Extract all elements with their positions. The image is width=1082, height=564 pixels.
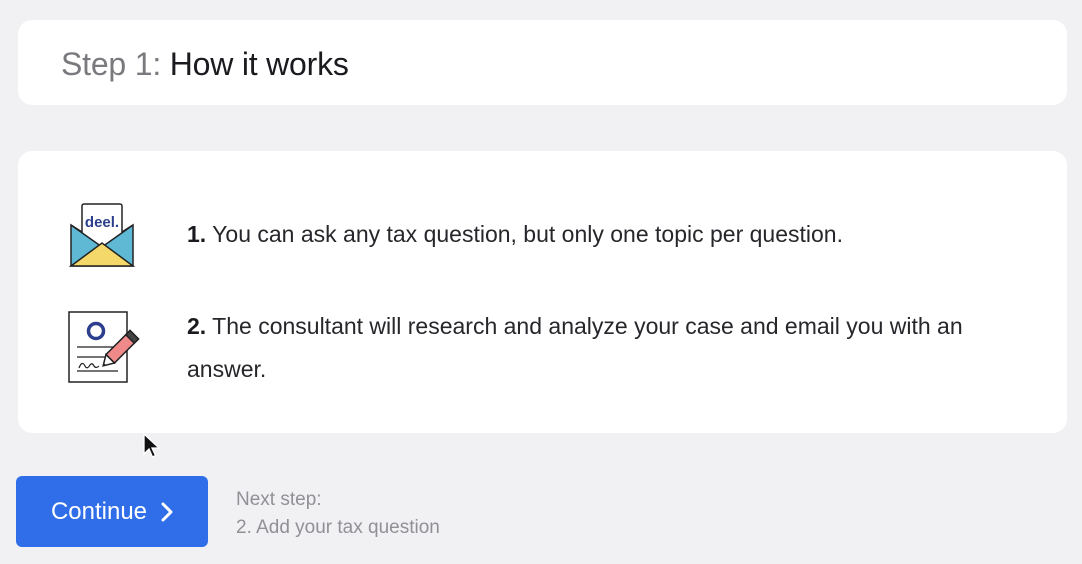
page-title: Step 1: How it works — [61, 44, 349, 84]
step-description-2: The consultant will research and analyze… — [187, 313, 963, 382]
step-header-card: Step 1: How it works — [18, 20, 1067, 105]
mouse-cursor-icon — [142, 432, 162, 467]
step-prefix: Step 1: — [61, 46, 162, 82]
envelope-icon: deel. — [68, 201, 138, 276]
step-title: How it works — [169, 46, 349, 82]
step-number-1: 1. — [187, 221, 207, 247]
step-description-1: You can ask any tax question, but only o… — [212, 221, 843, 247]
envelope-brand-label: deel. — [85, 214, 119, 231]
continue-label: Continue — [50, 497, 148, 525]
continue-button[interactable]: Continue — [16, 476, 208, 547]
how-it-works-card: deel. 1. You can ask any tax question, b… — [18, 151, 1067, 433]
next-step-value: 2. Add your tax question — [236, 517, 440, 538]
next-step-label: Next step: — [236, 489, 322, 510]
next-step-info: Next step: 2. Add your tax question — [236, 486, 440, 542]
step-item-2: 2. The consultant will research and anal… — [18, 305, 1067, 395]
document-pencil-icon — [68, 311, 142, 392]
step-text-1: 1. You can ask any tax question, but onl… — [187, 213, 1007, 256]
step-number-2: 2. — [187, 313, 207, 339]
chevron-right-icon — [161, 502, 173, 521]
step-item-1: deel. 1. You can ask any tax question, b… — [18, 199, 1067, 274]
step-text-2: 2. The consultant will research and anal… — [187, 305, 1007, 391]
